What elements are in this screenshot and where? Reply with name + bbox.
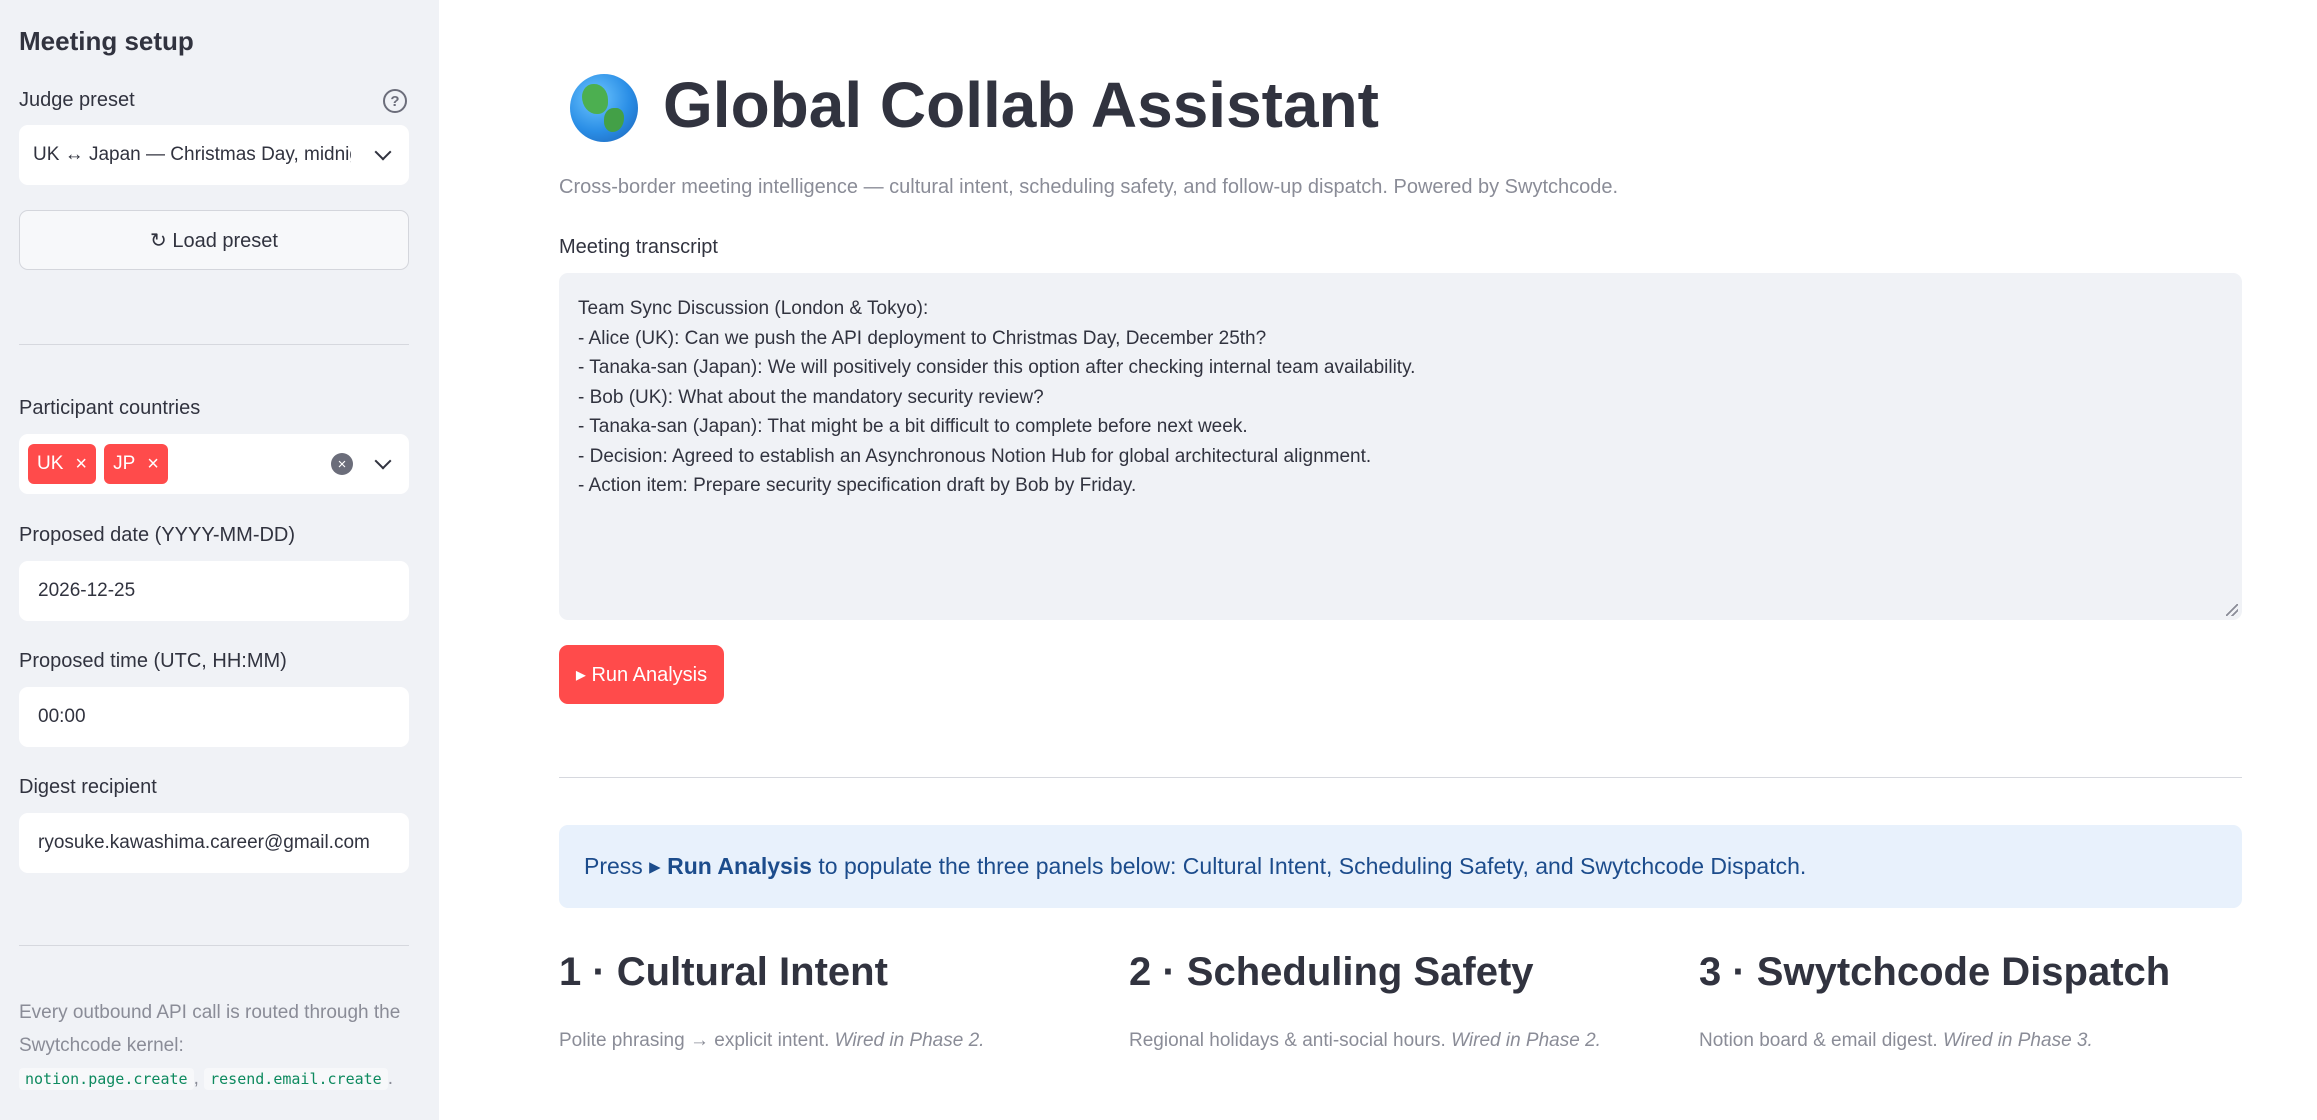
digest-recipient-label: Digest recipient (19, 776, 157, 798)
transcript-line: Team Sync Discussion (London & Tokyo): (578, 298, 929, 319)
cultural-intent-desc: Polite phrasing → explicit intent. Wired… (559, 1030, 984, 1052)
judge-preset-label: Judge preset (19, 89, 135, 111)
sidebar-note-text: Every outbound API call is routed throug… (19, 1002, 401, 1056)
info-alert: Press ▸ Run Analysis to populate the thr… (559, 825, 2242, 908)
chevron-down-icon[interactable] (374, 452, 392, 470)
col-desc-phase: Wired in Phase 3. (1942, 1030, 2093, 1051)
transcript-textarea[interactable]: Team Sync Discussion (London & Tokyo): -… (559, 273, 2242, 620)
digest-recipient-input[interactable]: ryosuke.kawashima.career@gmail.com (19, 813, 409, 873)
country-tag-label: JP (113, 453, 136, 474)
transcript-line: - Tanaka-san (Japan): That might be a bi… (578, 416, 1248, 437)
globe-icon (570, 74, 638, 142)
page-subtitle: Cross-border meeting intelligence — cult… (559, 176, 1619, 198)
cultural-intent-heading: 1 · Cultural Intent (559, 950, 888, 994)
chevron-down-icon (374, 143, 392, 161)
proposed-date-input[interactable]: 2026-12-25 (19, 561, 409, 621)
resize-handle[interactable] (2226, 604, 2238, 616)
country-tag-label: UK (37, 453, 64, 474)
help-icon[interactable]: ? (383, 89, 407, 113)
sidebar-divider (19, 344, 409, 345)
note-end: . (387, 1068, 393, 1089)
transcript-line: - Bob (UK): What about the mandatory sec… (578, 386, 1044, 408)
info-bold: Run Analysis (667, 853, 812, 879)
remove-tag-icon[interactable]: × (147, 453, 159, 476)
transcript-line: - Tanaka-san (Japan): We will positively… (578, 357, 1416, 378)
country-tag[interactable]: UK × (28, 444, 97, 484)
code-resend: resend.email.create (204, 1068, 388, 1090)
col-desc-phase: Wired in Phase 2. (834, 1030, 985, 1051)
info-suffix: to populate the three panels below: Cult… (811, 853, 1807, 879)
note-separator: , (193, 1068, 199, 1089)
swytchcode-dispatch-desc: Notion board & email digest. Wired in Ph… (1699, 1030, 2093, 1052)
main-divider (559, 777, 2242, 778)
col-desc-text: Polite phrasing → explicit intent. (559, 1030, 835, 1051)
col-desc-text: Notion board & email digest. (1699, 1030, 1943, 1051)
transcript-line: - Action item: Prepare security specific… (578, 475, 1137, 496)
proposed-time-input[interactable]: 00:00 (19, 687, 409, 747)
info-prefix: Press ▸ (584, 853, 661, 879)
scheduling-safety-heading: 2 · Scheduling Safety (1129, 950, 1534, 994)
sidebar-title: Meeting setup (19, 26, 194, 56)
scheduling-safety-desc: Regional holidays & anti-social hours. W… (1129, 1030, 1601, 1052)
participant-countries-label: Participant countries (19, 397, 201, 419)
transcript-line: - Decision: Agreed to establish an Async… (578, 445, 1372, 467)
swytchcode-dispatch-heading: 3 · Swytchcode Dispatch (1699, 950, 2171, 994)
col-desc-text: Regional holidays & anti-social hours. (1129, 1030, 1452, 1051)
page-title: Global Collab Assistant (663, 69, 1379, 141)
transcript-line: - Alice (UK): Can we push the API deploy… (578, 327, 1267, 349)
transcript-label: Meeting transcript (559, 236, 718, 258)
code-notion: notion.page.create (19, 1068, 194, 1090)
judge-preset-value: UK ↔ Japan — Christmas Day, midnight (33, 144, 351, 165)
remove-tag-icon[interactable]: × (75, 453, 87, 476)
sidebar-divider (19, 945, 409, 946)
load-preset-button[interactable]: ↻ Load preset (19, 210, 409, 270)
judge-preset-select[interactable]: UK ↔ Japan — Christmas Day, midnight (19, 125, 409, 185)
sidebar: Meeting setup Judge preset ? UK ↔ Japan … (0, 0, 439, 1120)
clear-all-icon[interactable]: × (331, 453, 353, 475)
country-tag[interactable]: JP × (104, 444, 168, 484)
col-desc-phase: Wired in Phase 2. (1451, 1030, 1601, 1051)
proposed-date-label: Proposed date (YYYY-MM-DD) (19, 524, 296, 546)
run-analysis-button[interactable]: ▸ Run Analysis (559, 645, 724, 704)
sidebar-note: Every outbound API call is routed throug… (19, 996, 419, 1096)
proposed-time-label: Proposed time (UTC, HH:MM) (19, 650, 287, 672)
